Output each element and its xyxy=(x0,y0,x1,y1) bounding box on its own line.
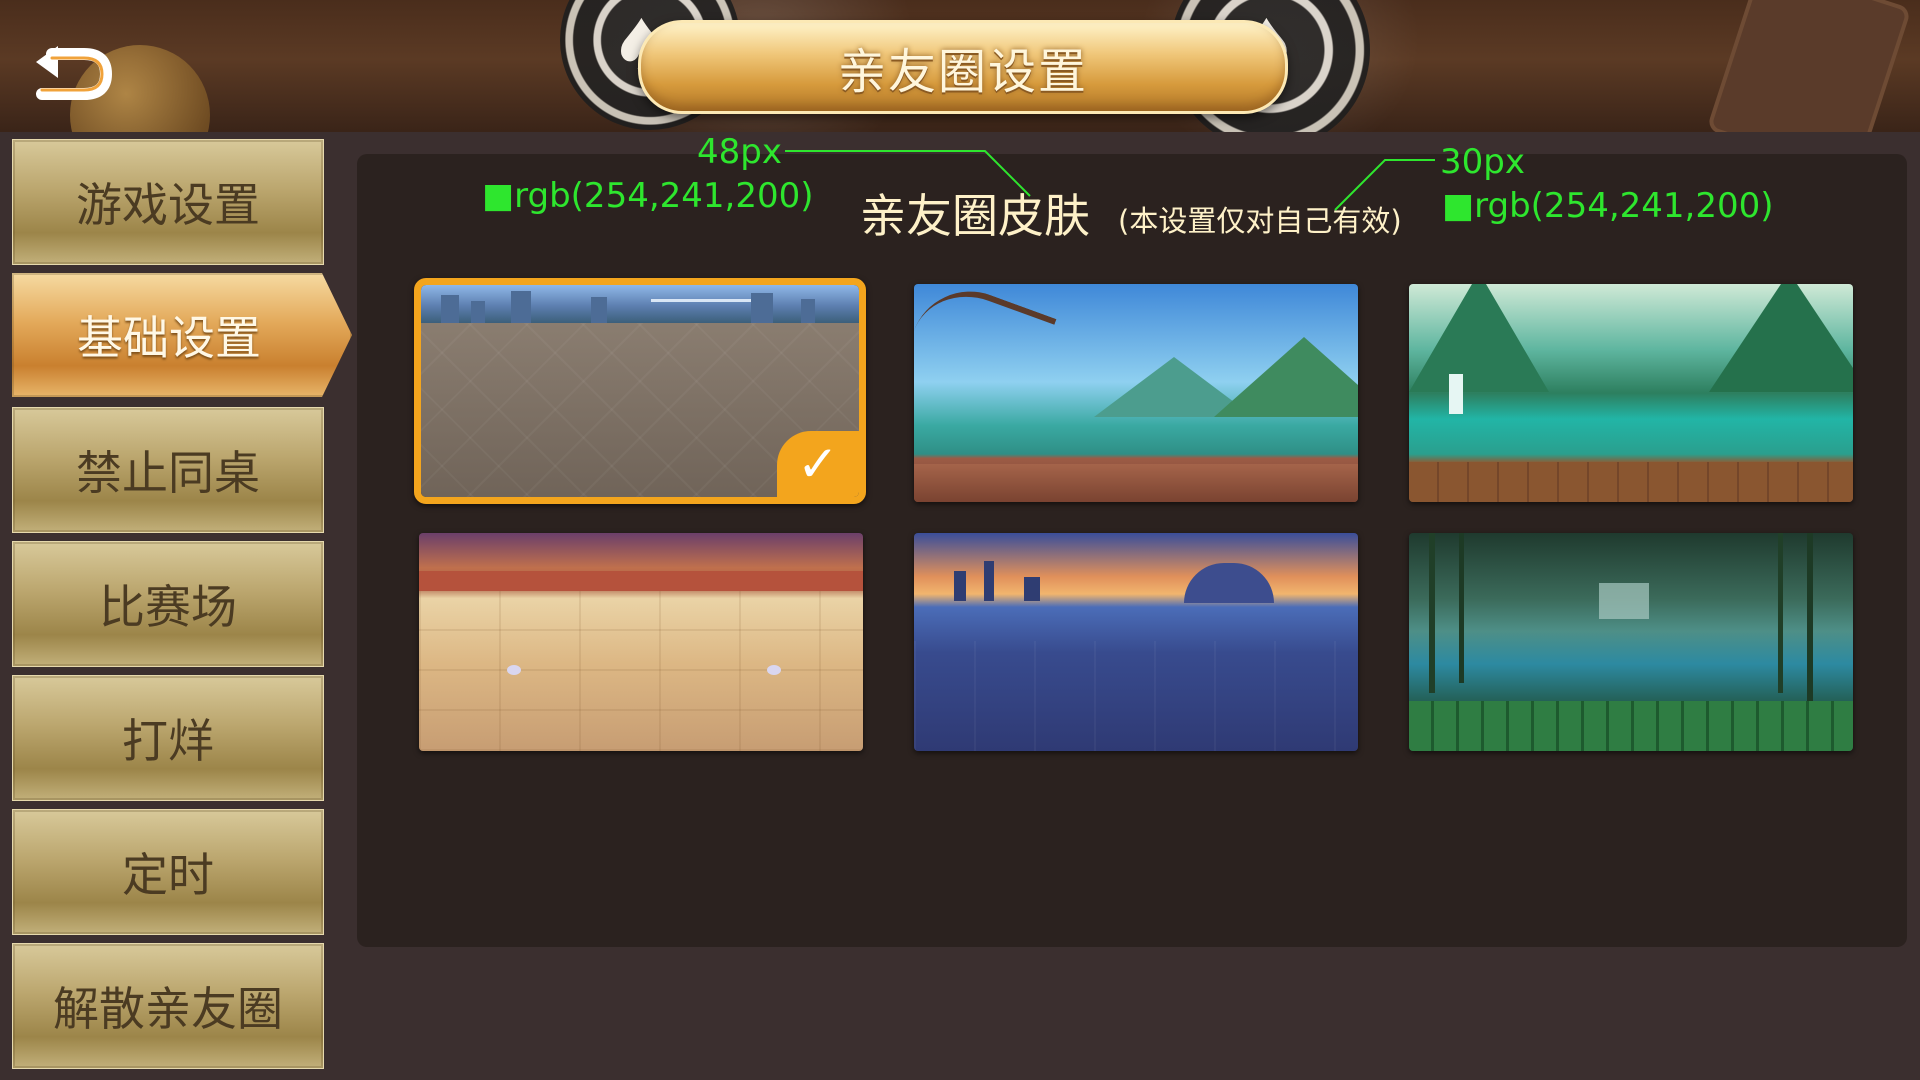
skin-card-palace-terrace[interactable] xyxy=(419,533,863,751)
skin-card-city-bridge[interactable]: ✓ xyxy=(414,278,866,504)
checkmark-icon: ✓ xyxy=(777,431,859,497)
skin-card-plum-lake[interactable] xyxy=(914,284,1358,502)
skin-card-city-sunset[interactable] xyxy=(914,533,1358,751)
bamboo-decoration xyxy=(1429,533,1435,693)
plum-branch-decoration xyxy=(914,284,1057,410)
skin-card-waterfall-lake[interactable] xyxy=(1409,284,1853,502)
skin-image xyxy=(421,285,859,323)
waterfall-decoration xyxy=(1599,583,1649,619)
skin-card-bamboo-river[interactable] xyxy=(1409,533,1853,751)
waterfall-decoration xyxy=(1449,374,1463,414)
